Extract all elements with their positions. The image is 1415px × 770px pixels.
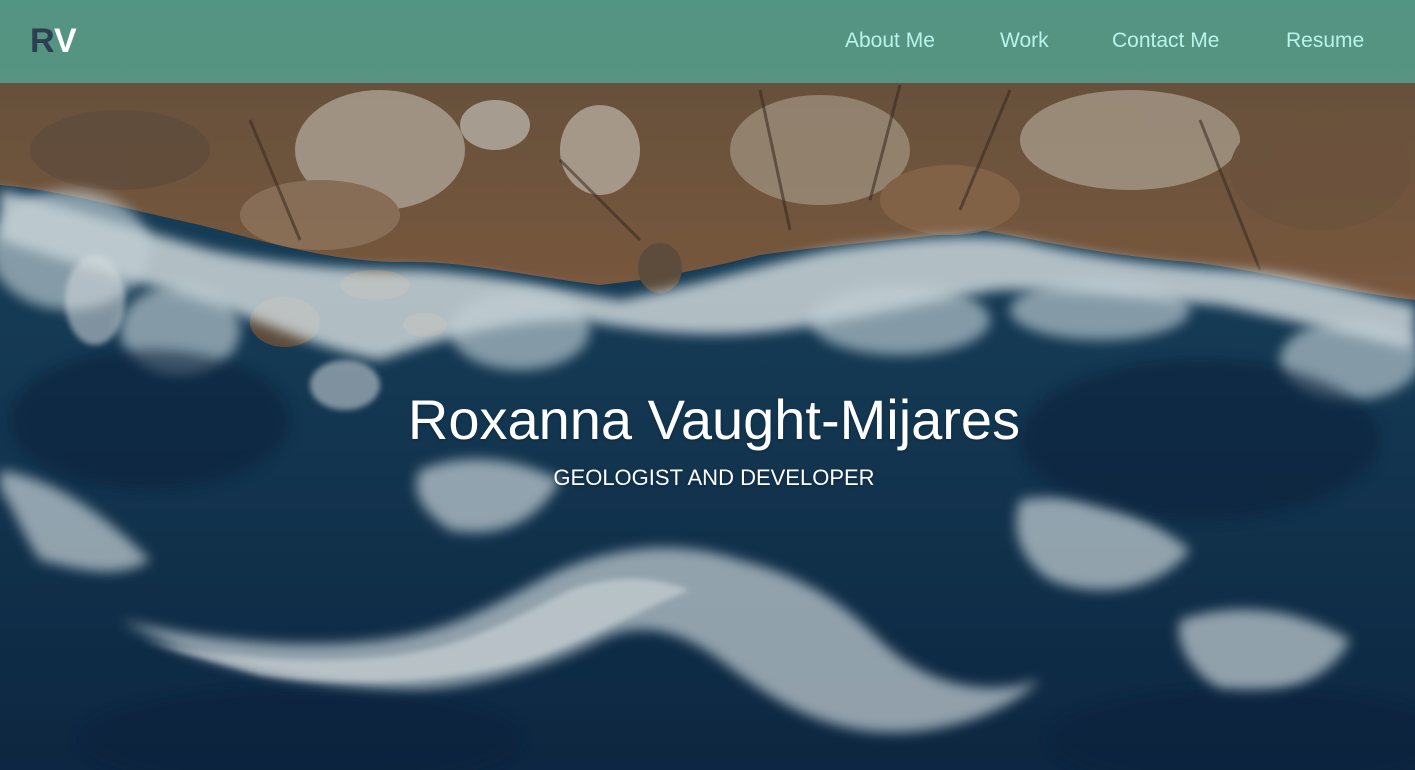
nav-link-work[interactable]: Work bbox=[1000, 28, 1049, 54]
nav-link-resume[interactable]: Resume bbox=[1286, 28, 1364, 54]
hero-name: Roxanna Vaught-Mijares bbox=[407, 388, 1021, 451]
hero-subtitle: GEOLOGIST AND DEVELOPER bbox=[553, 465, 875, 490]
hero-section: RV About Me Work Contact Me Resume Roxan… bbox=[0, 0, 1415, 770]
site-logo[interactable]: RV bbox=[30, 22, 77, 60]
coastline-background-image bbox=[0, 0, 1415, 770]
logo-letter-r: R bbox=[30, 22, 54, 60]
top-navbar: RV About Me Work Contact Me Resume bbox=[0, 0, 1415, 83]
nav-link-about-me[interactable]: About Me bbox=[845, 28, 935, 54]
nav-link-contact-me[interactable]: Contact Me bbox=[1112, 28, 1219, 54]
logo-letter-v: V bbox=[53, 22, 77, 60]
